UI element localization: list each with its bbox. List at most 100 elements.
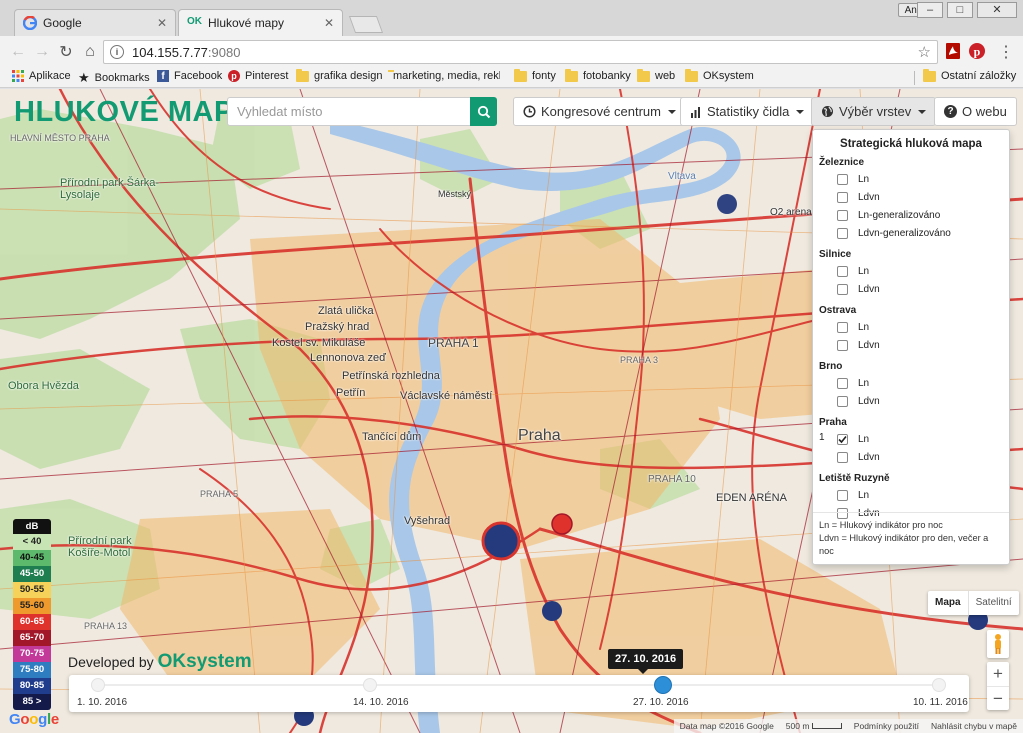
layer-option[interactable]: Ldvn-generalizováno [813,224,1009,242]
bookmarks-bar: Aplikace ★ Bookmarks f Facebook p Pinter… [0,68,1023,88]
layer-checkbox[interactable] [837,395,848,407]
info-icon[interactable]: i [110,45,124,59]
tab-google[interactable]: Google ✕ [14,9,176,36]
search-button[interactable] [470,97,497,126]
timeline-track[interactable] [97,684,942,686]
tab-hlukove-mapy[interactable]: OK Hlukové mapy ✕ [178,9,343,36]
bookmark-folder[interactable]: fonty [514,68,556,82]
menu-icon[interactable]: ⋮ [996,42,1016,62]
date-timeline[interactable]: 1. 10. 2016 14. 10. 2016 27. 10. 2016 10… [69,675,969,712]
map-scale[interactable]: 500 m [786,721,842,731]
bookmark-folder[interactable]: marketing, media, rekl [388,70,500,82]
bookmark-folder[interactable]: grafika design [296,68,383,82]
bookmark-aplikace[interactable]: Aplikace [12,70,71,82]
close-window-button[interactable]: ✕ [977,2,1017,18]
address-bar[interactable]: i 104.155.7.77:9080 ☆ [103,40,938,64]
oksystem-logo[interactable]: OKsystem [158,651,252,673]
zoom-in-button[interactable]: + [987,662,1009,686]
bookmark-pinterest[interactable]: p Pinterest [228,70,288,82]
layer-option[interactable]: Ldvn [813,336,1009,354]
bookmark-folder[interactable]: web [637,68,675,82]
bookmark-facebook[interactable]: f Facebook [157,70,222,82]
layer-option[interactable]: Ln [813,486,1009,504]
layer-checkbox[interactable] [837,227,848,239]
layer-option[interactable]: Ldvn [813,188,1009,206]
bookmark-folder[interactable]: OKsystem [685,68,754,82]
layer-label: Ln-generalizováno [858,209,941,221]
back-icon[interactable]: ← [6,43,30,61]
window-controls: – □ ✕ [917,2,1017,18]
timeline-stop[interactable] [91,678,105,692]
maximize-button[interactable]: □ [947,2,973,18]
tab-title: Google [43,16,82,30]
pinterest-extension-icon[interactable]: p [968,42,988,62]
layer-checkbox[interactable] [837,321,848,333]
layer-label: Ln [858,433,870,445]
close-tab-icon[interactable]: ✕ [324,16,334,30]
layer-option[interactable]: Ldvn [813,392,1009,410]
layer-option[interactable]: 1 Ln [813,430,1009,448]
map-viewport[interactable]: HLAVNÍ MĚSTO PRAHA Přírodní park Šárka-L… [0,89,1023,733]
layer-option[interactable]: Ln [813,374,1009,392]
reload-icon[interactable]: ↻ [54,42,78,62]
map-type-map[interactable]: Mapa [928,591,968,615]
layer-option[interactable]: Ln [813,318,1009,336]
layer-checkbox[interactable] [837,489,848,501]
new-tab-button[interactable] [348,16,384,33]
layer-option[interactable]: Ln [813,262,1009,280]
map-type-satellite[interactable]: Satelitní [967,591,1019,615]
address-port: :9080 [207,44,241,60]
home-icon[interactable]: ⌂ [78,43,102,61]
bookmark-folder[interactable]: fotobanky [565,68,631,82]
terms-link[interactable]: Podmínky použití [854,721,919,731]
layer-option[interactable]: Ldvn [813,448,1009,466]
report-error-link[interactable]: Nahlásit chybu v mapě [931,721,1017,731]
pdf-extension-icon[interactable] [944,42,964,62]
close-tab-icon[interactable]: ✕ [157,16,167,30]
layer-label: Ldvn [858,191,880,203]
timeline-handle[interactable] [654,676,673,694]
db-band: 45-50 [13,566,51,582]
layer-label: Ldvn [858,283,880,295]
street-view-pegman[interactable] [987,630,1009,658]
google-logo[interactable]: Google [9,711,59,728]
search-input[interactable] [227,97,470,126]
layer-option[interactable]: Ldvn [813,280,1009,298]
layer-checkbox[interactable] [837,209,848,221]
globe-icon [822,106,833,117]
layers-dropdown[interactable]: Výběr vrstev [811,97,937,126]
layer-label: Ln [858,265,870,277]
layer-checkbox[interactable] [837,265,848,277]
timeline-stop[interactable] [363,678,377,692]
app-brand[interactable]: HLUKOVÉ MAPY [14,96,254,129]
location-dropdown[interactable]: Kongresové centrum [513,97,686,126]
timeline-current-date: 27. 10. 2016 [608,649,684,674]
about-button[interactable]: ? O webu [934,97,1017,126]
layer-checkbox[interactable] [837,451,848,463]
folder-icon [296,68,309,82]
about-label: O webu [962,104,1007,119]
map-label: O2 arena [770,207,812,218]
bookmark-other[interactable]: Ostatní záložky [923,68,1016,82]
minimize-button[interactable]: – [917,2,943,18]
layer-option[interactable]: Ln [813,170,1009,188]
timeline-stop[interactable] [932,678,946,692]
layer-selection-panel: Strategická hluková mapa Železnice Ln Ld… [812,129,1010,565]
forward-icon[interactable]: → [30,43,54,61]
bookmark-bookmarks[interactable]: ★ Bookmarks [78,70,150,86]
layer-panel-title: Strategická hluková mapa [840,138,982,150]
layer-checkbox-checked[interactable] [837,433,848,445]
stats-dropdown[interactable]: Statistiky čidla [680,97,815,126]
zoom-out-button[interactable]: − [987,686,1009,710]
layer-option[interactable]: Ln-generalizováno [813,206,1009,224]
developed-by-prefix: Developed by [68,654,154,670]
browser-tabstrip: Google ✕ OK Hlukové mapy ✕ Anna – □ ✕ [0,0,1023,36]
layer-checkbox[interactable] [837,339,848,351]
layer-checkbox[interactable] [837,377,848,389]
map-label: PRAHA 10 [648,474,696,485]
place-search [227,97,497,126]
layer-checkbox[interactable] [837,191,848,203]
layer-checkbox[interactable] [837,173,848,185]
layer-checkbox[interactable] [837,283,848,295]
bookmark-star-icon[interactable]: ☆ [918,43,931,61]
